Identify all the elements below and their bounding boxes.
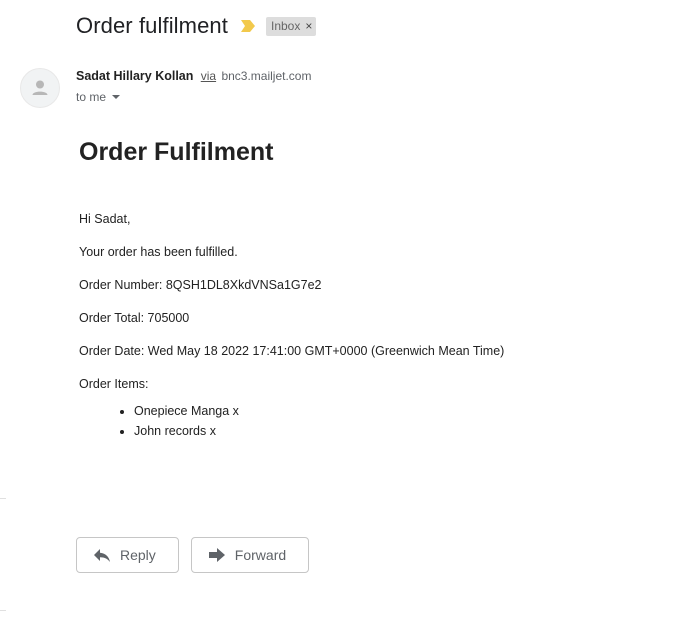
order-number-text: Order Number: 8QSH1DL8XkdVNSa1G7e2 — [79, 278, 322, 292]
recipient-text: to me — [76, 90, 107, 104]
importance-marker-icon[interactable] — [240, 19, 256, 33]
message-body: Order Fulfilment Hi Sadat, Your order ha… — [79, 138, 659, 441]
subject-row: Order fulfilment Inbox × — [76, 10, 317, 42]
sender-domain: bnc3.mailjet.com — [221, 69, 312, 83]
reply-button[interactable]: Reply — [76, 537, 179, 573]
message-title: Order Fulfilment — [79, 138, 274, 166]
remove-label-button[interactable]: × — [305, 19, 312, 33]
order-date-text: Order Date: Wed May 18 2022 17:41:00 GMT… — [79, 344, 505, 358]
greeting-text: Hi Sadat, — [79, 212, 131, 226]
message-actions: Reply Forward — [76, 537, 321, 573]
forward-label: Forward — [234, 547, 287, 563]
list-item: John records x — [134, 422, 659, 442]
left-edge-divider — [0, 498, 6, 499]
order-total-text: Order Total: 705000 — [79, 311, 190, 325]
left-edge-divider — [0, 610, 6, 611]
email-subject: Order fulfilment — [76, 13, 228, 38]
inbox-label-chip: Inbox × — [265, 16, 317, 36]
sender-row: Sadat Hillary Kollan via bnc3.mailjet.co… — [76, 69, 311, 83]
caret-down-icon[interactable] — [112, 95, 121, 99]
status-text: Your order has been fulfilled. — [79, 245, 238, 259]
inbox-label-text: Inbox — [270, 18, 301, 33]
person-icon — [32, 80, 48, 95]
order-items-label: Order Items: — [79, 377, 149, 391]
sender-name[interactable]: Sadat Hillary Kollan — [76, 69, 193, 83]
forward-button[interactable]: Forward — [190, 537, 310, 573]
recipient-row: to me — [76, 90, 121, 104]
forward-arrow-icon — [208, 548, 225, 562]
avatar[interactable] — [20, 68, 60, 108]
via-link[interactable]: via — [201, 69, 216, 83]
list-item: Onepiece Manga x — [134, 402, 659, 422]
reply-arrow-icon — [94, 549, 110, 562]
order-items-list: Onepiece Manga x John records x — [79, 402, 659, 441]
reply-label: Reply — [120, 547, 156, 563]
